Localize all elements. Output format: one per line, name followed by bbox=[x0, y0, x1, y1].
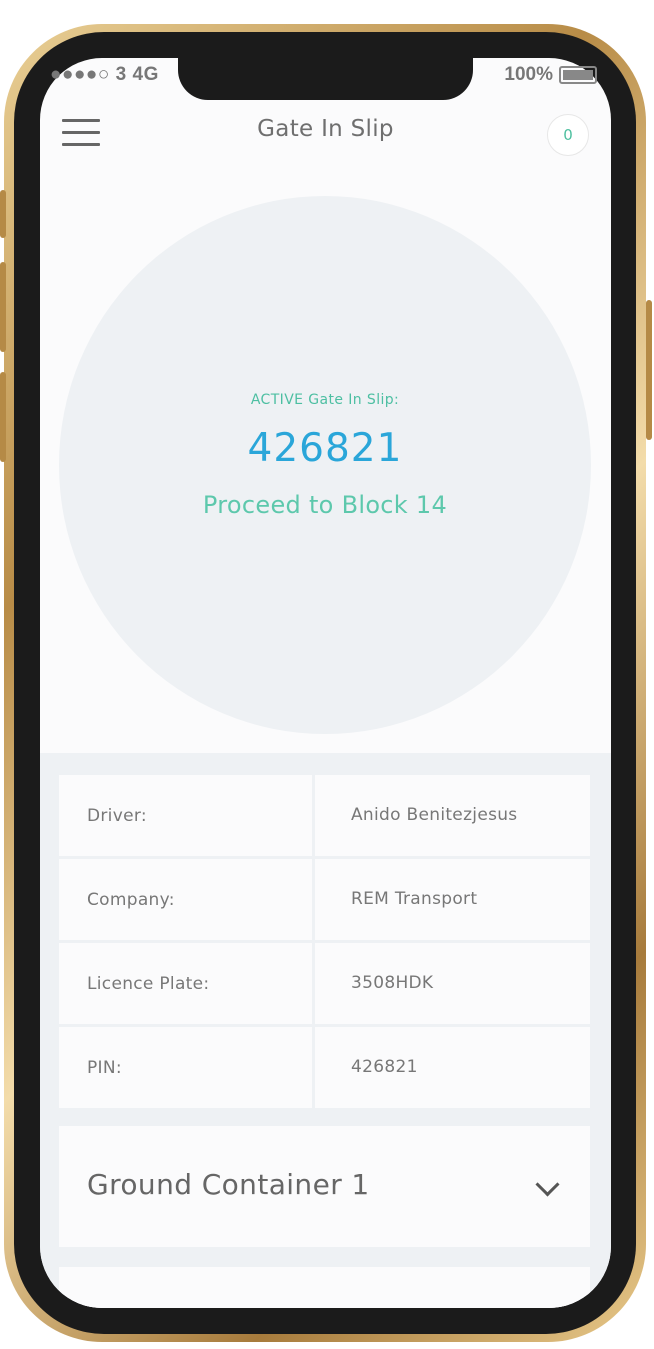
next-accordion-item[interactable] bbox=[59, 1267, 590, 1308]
licence-plate-value: 3508HDK bbox=[315, 943, 590, 1024]
driver-label: Driver: bbox=[59, 775, 312, 856]
active-slip-label: ACTIVE Gate In Slip: bbox=[250, 392, 400, 408]
battery-percent: 100% bbox=[504, 64, 553, 85]
table-row: Licence Plate: 3508HDK bbox=[59, 943, 590, 1024]
details-section: Driver: Anido Benitezjesus Company: REM … bbox=[40, 753, 611, 1308]
battery-icon bbox=[559, 66, 597, 84]
ground-container-accordion[interactable]: Ground Container 1 bbox=[59, 1126, 590, 1247]
status-battery: 100% bbox=[504, 64, 597, 86]
table-row: Driver: Anido Benitezjesus bbox=[59, 775, 590, 856]
company-label: Company: bbox=[59, 859, 312, 940]
active-slip-circle: ACTIVE Gate In Slip: 426821 Proceed to B… bbox=[59, 196, 591, 734]
network-type: 4G bbox=[132, 64, 159, 85]
page-title: Gate In Slip bbox=[257, 116, 394, 142]
phone-volume-up-button bbox=[0, 262, 6, 352]
status-carrier: ●●●●○ 3 4G bbox=[50, 64, 159, 86]
accordion-title: Ground Container 1 bbox=[87, 1168, 370, 1201]
app-screen: Gate In Slip 0 ACTIVE Gate In Slip: 4268… bbox=[40, 58, 611, 1308]
driver-info-table: Driver: Anido Benitezjesus Company: REM … bbox=[59, 775, 590, 1108]
pin-value: 426821 bbox=[315, 1027, 590, 1108]
active-slip-instruction: Proceed to Block 14 bbox=[202, 491, 448, 519]
carrier-signal: ●●●●○ 3 bbox=[50, 64, 127, 85]
phone-side-button bbox=[0, 190, 6, 238]
licence-plate-label: Licence Plate: bbox=[59, 943, 312, 1024]
active-slip-number: 426821 bbox=[247, 426, 403, 471]
notification-counter[interactable]: 0 bbox=[547, 114, 589, 156]
phone-volume-down-button bbox=[0, 372, 6, 462]
phone-notch bbox=[178, 58, 473, 100]
driver-value: Anido Benitezjesus bbox=[315, 775, 590, 856]
company-value: REM Transport bbox=[315, 859, 590, 940]
app-header: Gate In Slip 0 bbox=[40, 102, 611, 162]
table-row: PIN: 426821 bbox=[59, 1027, 590, 1108]
chevron-down-icon[interactable] bbox=[535, 1172, 560, 1197]
phone-power-button bbox=[646, 300, 652, 440]
table-row: Company: REM Transport bbox=[59, 859, 590, 940]
pin-label: PIN: bbox=[59, 1027, 312, 1108]
